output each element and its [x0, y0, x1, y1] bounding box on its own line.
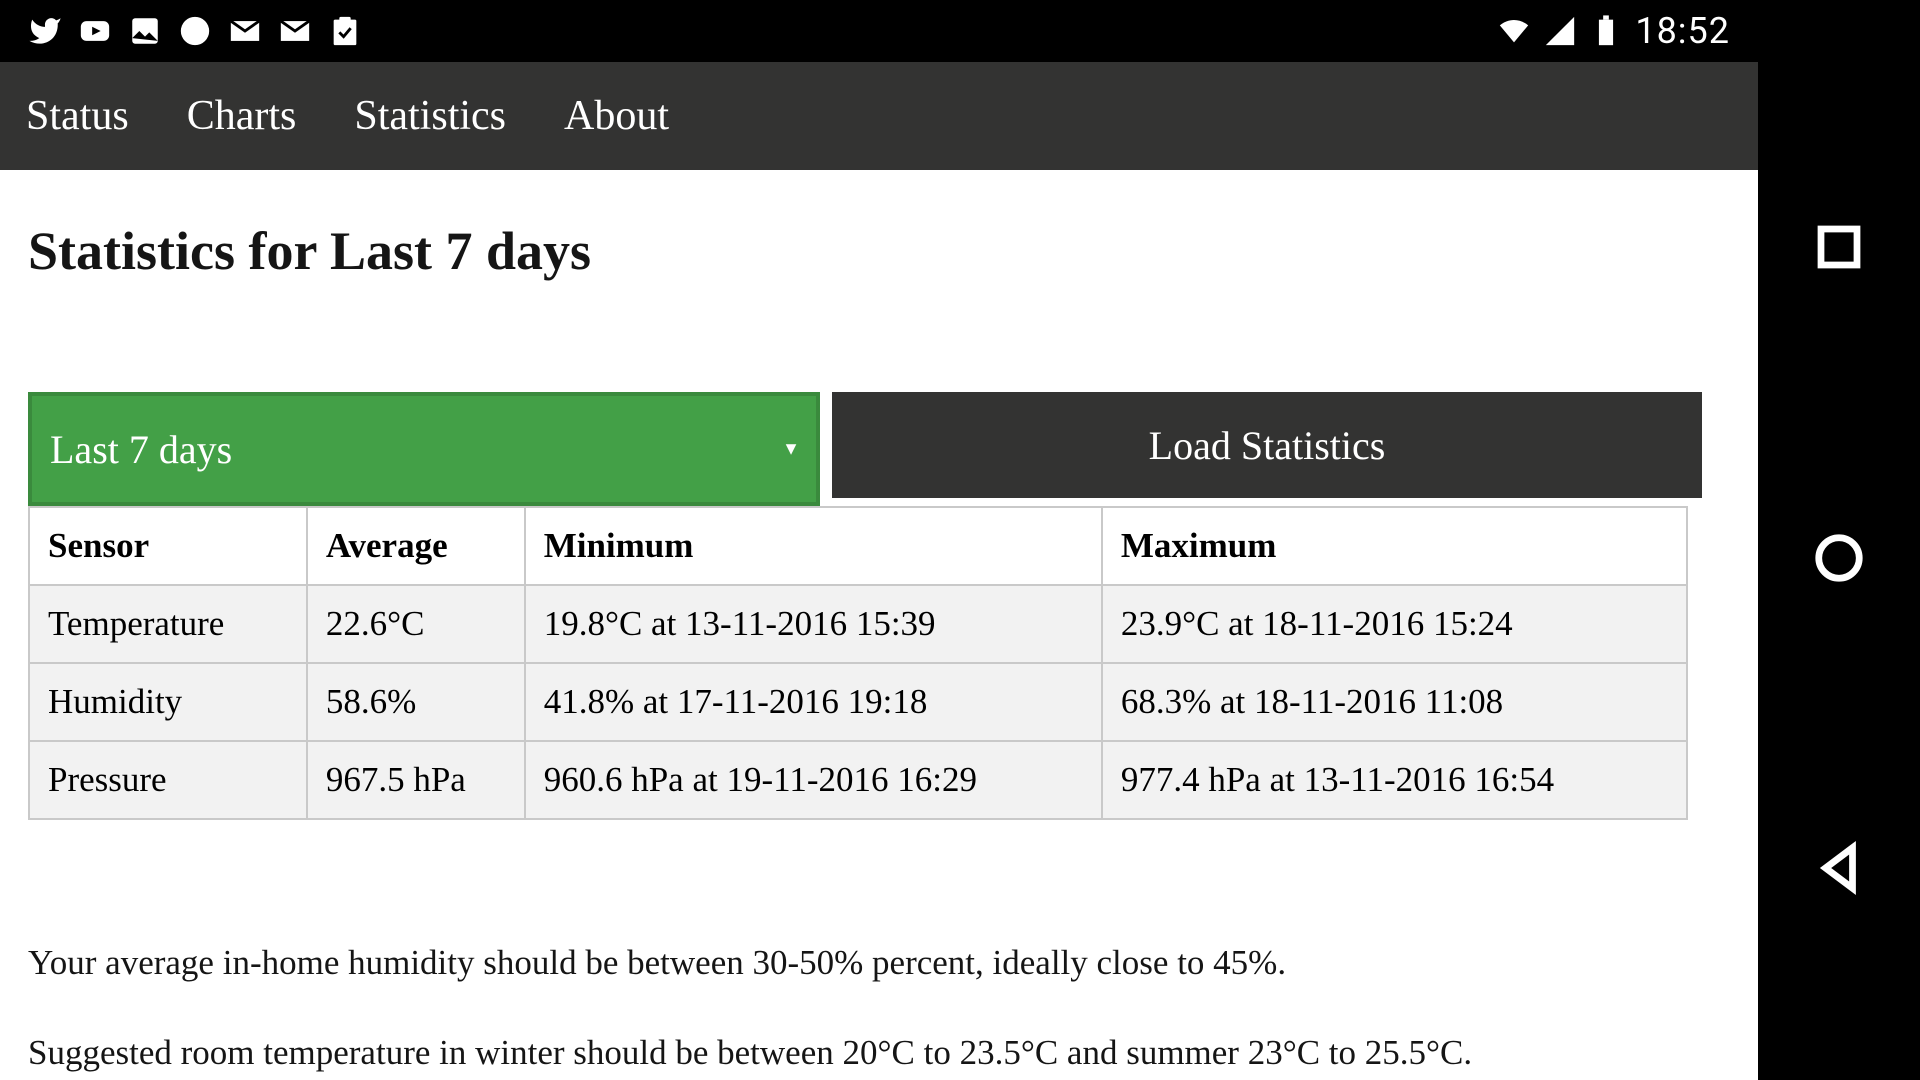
nav-statistics[interactable]: Statistics: [354, 92, 506, 140]
cell-minimum: 960.6 hPa at 19-11-2016 16:29: [525, 741, 1102, 819]
controls-row: Last 7 days ▼ Load Statistics: [28, 392, 1758, 506]
cell-sensor: Temperature: [29, 585, 307, 663]
advice-text: Your average in-home humidity should be …: [28, 940, 1758, 1075]
cell-maximum: 68.3% at 18-11-2016 11:08: [1102, 663, 1687, 741]
android-back-button[interactable]: [1812, 841, 1866, 900]
period-select-value: Last 7 days: [50, 426, 232, 473]
cell-average: 58.6%: [307, 663, 525, 741]
photos-pinwheel-icon: [178, 14, 212, 48]
table-row: Temperature 22.6°C 19.8°C at 13-11-2016 …: [29, 585, 1687, 663]
chevron-down-icon: ▼: [782, 439, 800, 460]
cell-sensor: Pressure: [29, 741, 307, 819]
nav-about[interactable]: About: [564, 92, 669, 140]
wifi-icon: [1497, 14, 1531, 48]
cell-minimum: 19.8°C at 13-11-2016 15:39: [525, 585, 1102, 663]
android-overview-button[interactable]: [1812, 220, 1866, 279]
android-home-button[interactable]: [1812, 531, 1866, 590]
status-bar-clock: 18:52: [1635, 10, 1730, 52]
table-header-row: Sensor Average Minimum Maximum: [29, 507, 1687, 585]
mail-icon: [278, 14, 312, 48]
cell-average: 967.5 hPa: [307, 741, 525, 819]
header-maximum: Maximum: [1102, 507, 1687, 585]
header-minimum: Minimum: [525, 507, 1102, 585]
app-navbar: Status Charts Statistics About: [0, 62, 1758, 170]
battery-icon: [1589, 14, 1623, 48]
page-title: Statistics for Last 7 days: [28, 220, 1758, 282]
cell-maximum: 23.9°C at 18-11-2016 15:24: [1102, 585, 1687, 663]
cell-minimum: 41.8% at 17-11-2016 19:18: [525, 663, 1102, 741]
advice-humidity: Your average in-home humidity should be …: [28, 940, 1758, 986]
period-select[interactable]: Last 7 days ▼: [28, 392, 820, 506]
cell-signal-icon: [1543, 14, 1577, 48]
header-average: Average: [307, 507, 525, 585]
header-sensor: Sensor: [29, 507, 307, 585]
status-bar-system: 18:52: [1497, 10, 1758, 52]
status-bar: 18:52: [0, 0, 1758, 62]
table-row: Pressure 967.5 hPa 960.6 hPa at 19-11-20…: [29, 741, 1687, 819]
photo-icon: [128, 14, 162, 48]
mail-icon: [228, 14, 262, 48]
youtube-icon: [78, 14, 112, 48]
content-area: Statistics for Last 7 days Last 7 days ▼…: [0, 170, 1758, 1080]
status-bar-notifications: [0, 14, 362, 48]
statistics-table: Sensor Average Minimum Maximum Temperatu…: [28, 506, 1688, 820]
cell-maximum: 977.4 hPa at 13-11-2016 16:54: [1102, 741, 1687, 819]
cell-average: 22.6°C: [307, 585, 525, 663]
nav-charts[interactable]: Charts: [187, 92, 297, 140]
clipboard-check-icon: [328, 14, 362, 48]
advice-temperature: Suggested room temperature in winter sho…: [28, 1030, 1758, 1076]
twitter-icon: [28, 14, 62, 48]
table-row: Humidity 58.6% 41.8% at 17-11-2016 19:18…: [29, 663, 1687, 741]
load-statistics-button[interactable]: Load Statistics: [832, 392, 1702, 498]
cell-sensor: Humidity: [29, 663, 307, 741]
nav-status[interactable]: Status: [26, 92, 129, 140]
android-system-nav: [1758, 0, 1920, 1080]
